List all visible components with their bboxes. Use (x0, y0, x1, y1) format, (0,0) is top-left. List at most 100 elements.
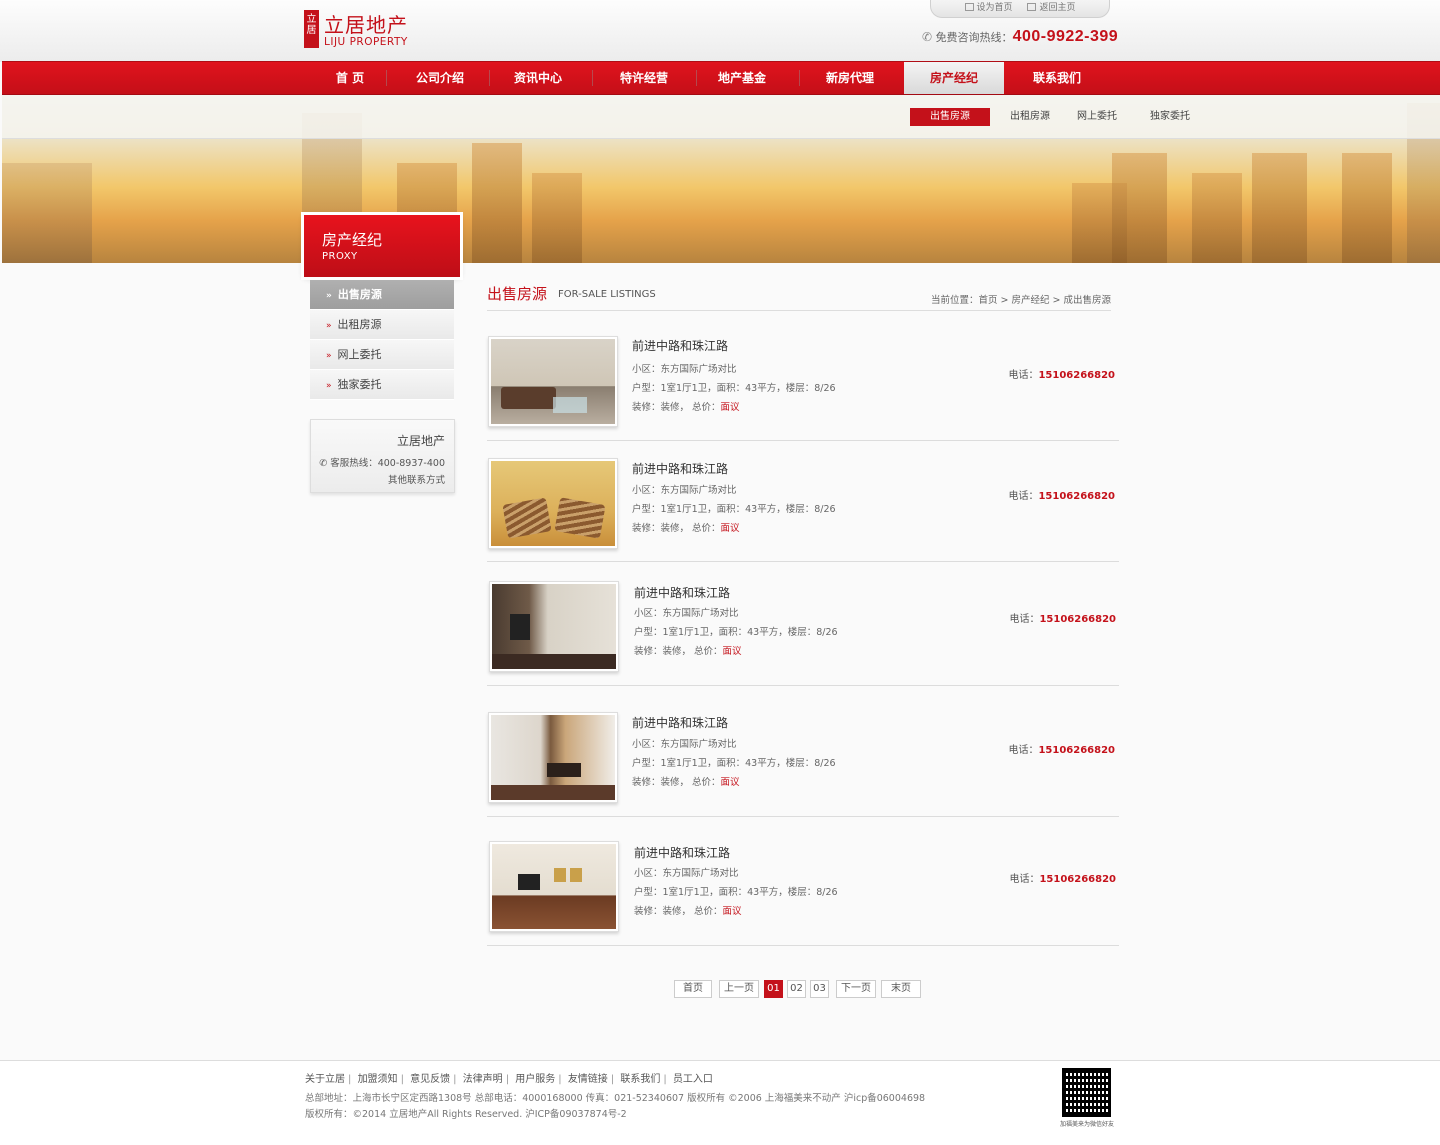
subnav-for-sale[interactable]: 出售房源 (910, 108, 990, 126)
footer-link[interactable]: 联系我们 (620, 1074, 660, 1085)
listing-price: 面议 (720, 402, 740, 413)
page-last-button[interactable]: 末页 (881, 980, 921, 998)
sidebar-item-for-sale[interactable]: » 出售房源 (310, 280, 454, 310)
listing-title[interactable]: 前进中路和珠江路 (632, 714, 728, 731)
listing-photo[interactable] (488, 712, 618, 803)
listing-community: 小区：东方国际广场对比 (634, 868, 739, 879)
banner-building (2, 163, 92, 263)
chevron-right-icon: » (326, 381, 332, 391)
listing-decor-price: 装修：装修， 总价：面议 (632, 777, 740, 788)
sub-nav: 出售房源 出租房源 网上委托 独家委托 (2, 95, 1440, 139)
back-home-link[interactable]: 返回主页 (1027, 3, 1075, 13)
sidebar-item-exclusive-entrust[interactable]: » 独家委托 (310, 370, 454, 400)
page-number-button[interactable]: 01 (764, 980, 783, 998)
footer-link[interactable]: 法律声明 (463, 1074, 503, 1085)
listing-title[interactable]: 前进中路和珠江路 (632, 460, 728, 477)
nav-divider (799, 70, 800, 86)
listing-price: 面议 (720, 523, 740, 534)
breadcrumb: 当前位置：首页 > 房产经纪 > 成出售房源 (931, 295, 1111, 306)
nav-divider (592, 70, 593, 86)
chevron-right-icon: » (326, 291, 332, 301)
sidebar-title-en: PROXY (322, 251, 358, 262)
listing-decor-price: 装修：装修， 总价：面议 (634, 646, 742, 657)
listing-price: 面议 (722, 906, 742, 917)
page-prev-button[interactable]: 上一页 (719, 980, 759, 998)
footer-link[interactable]: 关于立居 (305, 1074, 345, 1085)
sidebar-contact-box: 立居地产 ✆ 客服热线：400-8937-400 其他联系方式 (310, 419, 455, 493)
banner-building (1252, 153, 1307, 263)
listing-item[interactable]: 前进中路和珠江路 小区：东方国际广场对比 户型：1室1厅1卫，面积：43平方，楼… (487, 562, 1119, 686)
sofa-shape (501, 387, 556, 409)
nav-franchise[interactable]: 特许经营 (598, 62, 690, 94)
tv-cabinet-shape (547, 763, 581, 777)
logo-name-cn: 立居地产 (324, 13, 408, 37)
listing-title[interactable]: 前进中路和珠江路 (632, 337, 728, 354)
logo-mark: 立居 (304, 10, 319, 48)
listing-item[interactable]: 前进中路和珠江路 小区：东方国际广场对比 户型：1室1厅1卫，面积：43平方，楼… (487, 333, 1119, 441)
page-first-button[interactable]: 首页 (674, 980, 712, 998)
hotline: ✆ 免费咨询热线：400-9922-399 (922, 28, 1118, 46)
sidebar-item-label: 独家委托 (337, 378, 382, 391)
logo-name-en: LIJU PROPERTY (324, 36, 408, 48)
footer-link[interactable]: 加盟须知 (358, 1074, 398, 1085)
footer-link[interactable]: 友情链接 (568, 1074, 608, 1085)
subnav-exclusive-entrust[interactable]: 独家委托 (1130, 108, 1210, 126)
tv-shape (518, 874, 540, 890)
footer-link[interactable]: 用户服务 (515, 1074, 555, 1085)
page-number-button[interactable]: 02 (787, 980, 806, 998)
sidebar-item-label: 出租房源 (337, 318, 382, 331)
nav-contact[interactable]: 联系我们 (1008, 62, 1106, 94)
listing-photo[interactable] (489, 841, 619, 932)
listing-photo[interactable] (488, 458, 618, 549)
page-number-button[interactable]: 03 (810, 980, 829, 998)
picture-frame-shape (554, 868, 566, 882)
footer-address: 总部地址：上海市长宁区定西路1308号 总部电话：4000168000 传真：0… (305, 1093, 926, 1104)
sidebar-item-for-rent[interactable]: » 出租房源 (310, 310, 454, 340)
picture-frame-shape (570, 868, 582, 882)
listing-decor-price: 装修：装修， 总价：面议 (632, 402, 740, 413)
nav-home[interactable]: 首 页 (322, 62, 378, 94)
nav-brokerage[interactable]: 房产经纪 (904, 62, 1004, 94)
listing-title[interactable]: 前进中路和珠江路 (634, 584, 730, 601)
listing-price: 面议 (720, 777, 740, 788)
footer-link[interactable]: 员工入口 (673, 1074, 713, 1085)
nav-about[interactable]: 公司介绍 (394, 62, 486, 94)
nav-new-homes[interactable]: 新房代理 (804, 62, 896, 94)
listing-item[interactable]: 前进中路和珠江路 小区：东方国际广场对比 户型：1室1厅1卫，面积：43平方，楼… (487, 817, 1119, 946)
banner-building (1112, 153, 1167, 263)
listing-photo[interactable] (489, 581, 619, 672)
tv-shape (510, 614, 530, 640)
listing-phone: 电话：15106266820 (1008, 491, 1115, 502)
listing-title[interactable]: 前进中路和珠江路 (634, 844, 730, 861)
chevron-right-icon: » (326, 351, 332, 361)
sidebar-menu: » 出售房源 » 出租房源 » 网上委托 » 独家委托 (310, 280, 454, 400)
page-title: 出售房源 (487, 285, 548, 303)
sidebar-item-online-entrust[interactable]: » 网上委托 (310, 340, 454, 370)
listing-image (491, 339, 615, 424)
listing-phone: 电话：15106266820 (1008, 370, 1115, 381)
listing-item[interactable]: 前进中路和珠江路 小区：东方国际广场对比 户型：1室1厅1卫，面积：43平方，楼… (487, 686, 1119, 817)
listing-item[interactable]: 前进中路和珠江路 小区：东方国际广场对比 户型：1室1厅1卫，面积：43平方，楼… (487, 441, 1119, 562)
page-subtitle: FOR-SALE LISTINGS (558, 289, 656, 300)
cushion-shape (502, 497, 552, 539)
listing-community: 小区：东方国际广场对比 (632, 364, 737, 375)
listing-decor-price: 装修：装修， 总价：面议 (632, 523, 740, 534)
set-home-link[interactable]: 设为首页 (964, 3, 1013, 13)
footer-link[interactable]: 意见反馈 (410, 1074, 450, 1085)
listing-community: 小区：东方国际广场对比 (632, 485, 737, 496)
nav-fund[interactable]: 地产基金 (696, 62, 788, 94)
listing-photo[interactable] (488, 336, 618, 427)
subnav-online-entrust[interactable]: 网上委托 (1057, 108, 1137, 126)
nav-news[interactable]: 资讯中心 (492, 62, 584, 94)
sidebar-title: 房产经纪 PROXY (304, 215, 460, 277)
listing-layout: 户型：1室1厅1卫，面积：43平方，楼层：8/26 (632, 504, 836, 515)
page-next-button[interactable]: 下一页 (836, 980, 876, 998)
footer-links: 关于立居 | 加盟须知 | 意见反馈 | 法律声明 | 用户服务 | 友情链接 | 联系我们… (305, 1074, 713, 1085)
return-icon (1027, 3, 1037, 11)
contact-other-link[interactable]: 其他联系方式 (311, 472, 445, 486)
listing-layout: 户型：1室1厅1卫，面积：43平方，楼层：8/26 (632, 383, 836, 394)
nav-divider (489, 70, 490, 86)
cushion-shape (554, 497, 606, 539)
footer: 关于立居 | 加盟须知 | 意见反馈 | 法律声明 | 用户服务 | 友情链接 | 联系我们… (0, 1060, 1440, 1145)
listing-image (492, 844, 616, 929)
